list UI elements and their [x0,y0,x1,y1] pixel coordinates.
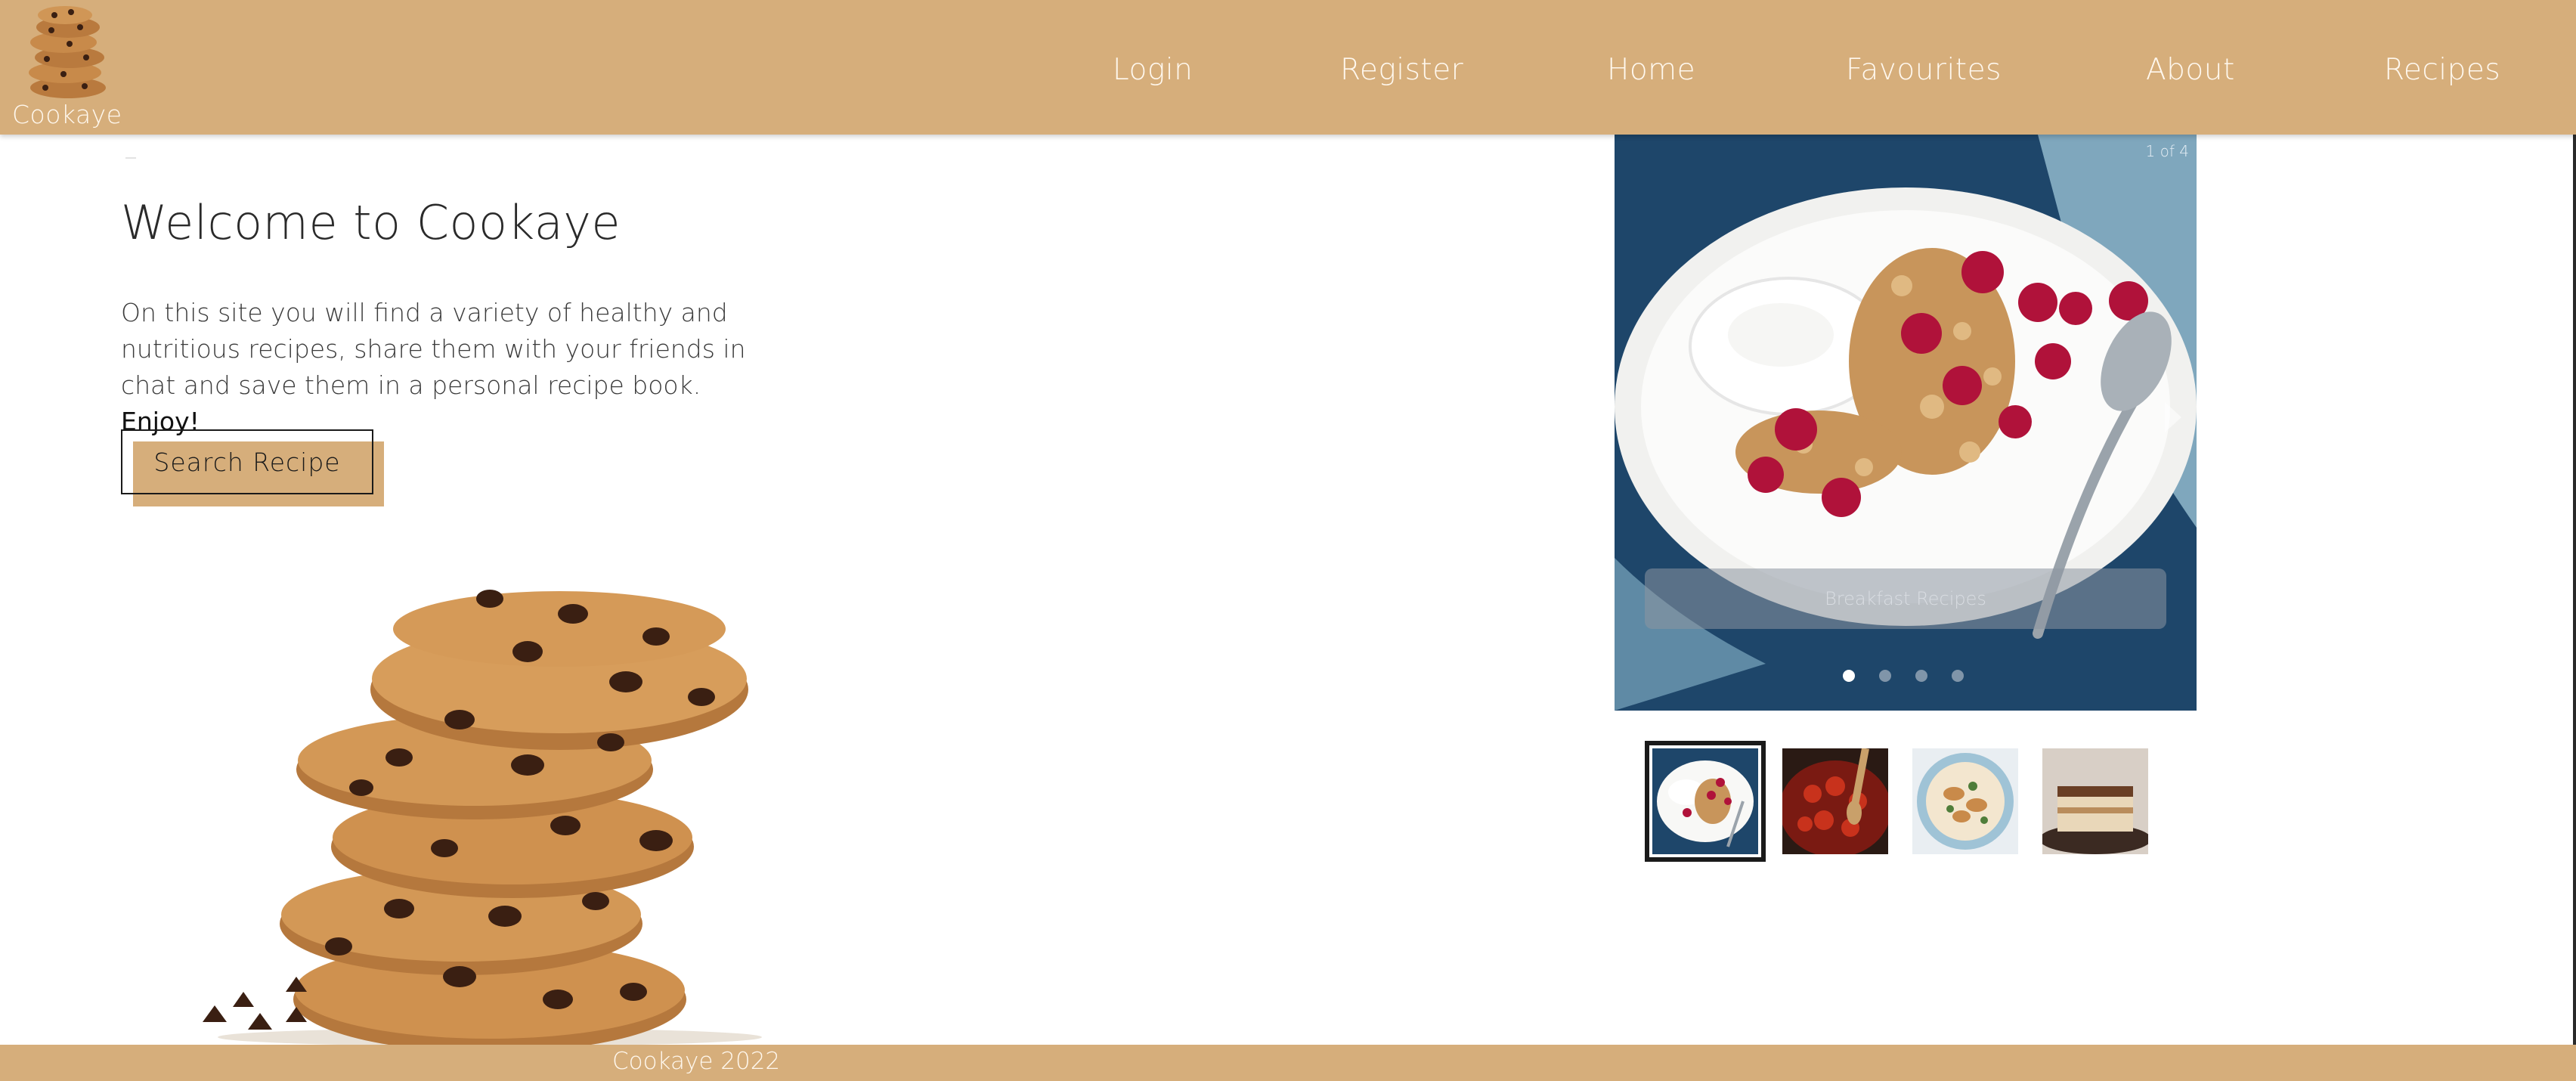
thumbnail-dessert-image [2042,748,2148,854]
nav-about[interactable]: About [2146,53,2235,87]
carousel-indicators [1843,670,1971,685]
slide-counter: 1 of 4 [2145,142,2189,160]
scrollbar-edge[interactable] [2573,135,2576,1045]
hero-description: On this site you will find a variety of … [121,295,771,440]
thumbnail-stew[interactable] [1782,748,1888,854]
decorative-dash [125,157,136,159]
thumbnail-dessert[interactable] [2042,748,2148,854]
brand[interactable]: Cookaye [8,5,128,129]
search-recipe-button[interactable]: Search Recipe [121,429,373,494]
thumbnail-breakfast-image [1652,748,1758,854]
slide-caption-text: Breakfast Recipes [1825,588,1986,609]
carousel-dot-4[interactable] [1952,670,1964,682]
nav-recipes[interactable]: Recipes [2384,53,2500,87]
footer-copyright: Cookaye 2022 [612,1048,781,1075]
thumbnail-pasta[interactable] [1912,748,2018,854]
thumbnail-stew-image [1782,748,1888,854]
nav-favourites[interactable]: Favourites [1846,53,2002,87]
cookie-stack-logo-icon [29,6,106,98]
thumbnail-breakfast[interactable] [1645,741,1766,862]
nav-login[interactable]: Login [1113,53,1193,87]
carousel-dot-3[interactable] [1915,670,1927,682]
recipe-carousel[interactable]: 1 of 4 Breakfast Recipes [1615,135,2197,711]
cookie-stack-image [203,590,762,1045]
search-recipe-wrapper: Search Recipe [121,429,385,506]
slide-caption: Breakfast Recipes [1645,568,2166,629]
nav-register[interactable]: Register [1340,53,1463,87]
brand-name: Cookaye [12,100,122,129]
site-header: Cookaye Login Register Home Favourites A… [0,0,2576,135]
carousel-dot-2[interactable] [1879,670,1891,682]
nav-home[interactable]: Home [1607,53,1695,87]
hero-description-text: On this site you will find a variety of … [121,298,746,400]
next-arrow-icon[interactable] [2165,402,2181,432]
site-footer: Cookaye 2022 [0,1045,2576,1081]
thumbnail-pasta-image [1912,748,2018,854]
page-title: Welcome to Cookaye [121,195,621,250]
carousel-dot-1[interactable] [1843,670,1855,682]
